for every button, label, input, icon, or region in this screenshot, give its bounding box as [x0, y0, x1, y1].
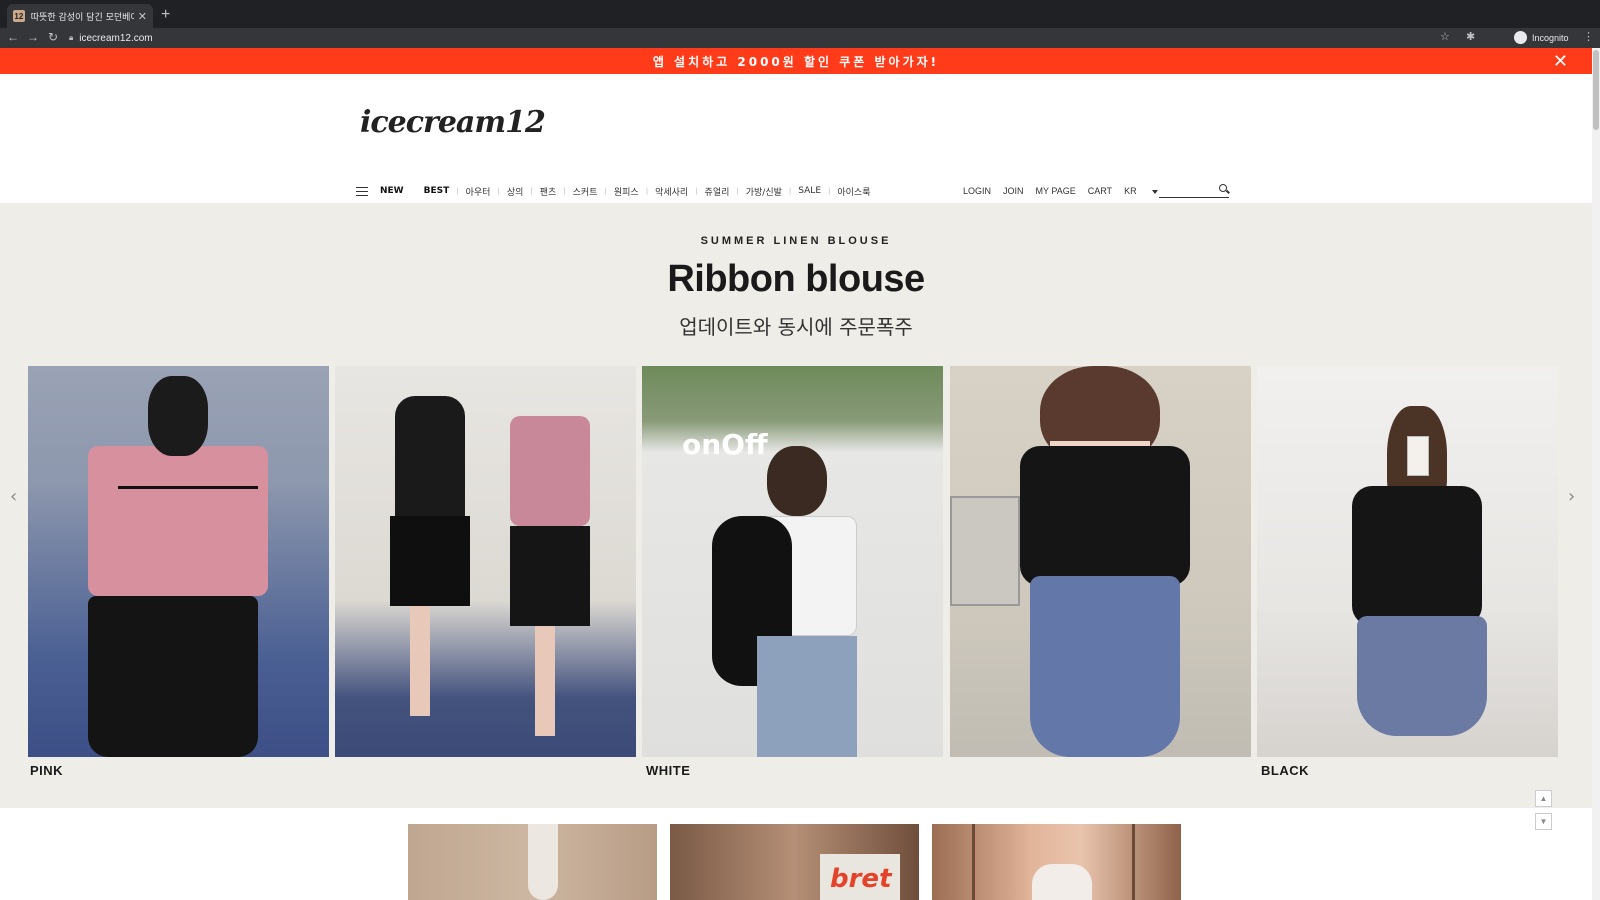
nav-item-icelook[interactable]: 아이스룩: [837, 185, 870, 198]
lock-icon: 🔒︎: [69, 33, 74, 42]
close-icon[interactable]: ✕: [1553, 51, 1568, 72]
url-text: icecream12.com: [79, 32, 153, 44]
mypage-link[interactable]: MY PAGE: [1036, 186, 1076, 196]
slide-label-black: BLACK: [1261, 763, 1309, 778]
language-label: KR: [1124, 186, 1137, 196]
nav-divider: |: [736, 187, 739, 195]
nav-divider: |: [828, 187, 831, 195]
incognito-label: Incognito: [1532, 32, 1569, 43]
browser-tab[interactable]: 12 따뜻한 감성이 담긴 모던베이직, 아이 ✕: [7, 4, 153, 28]
nav-item-bag-shoes[interactable]: 가방/신발: [746, 185, 782, 198]
nav-item-skirt[interactable]: 스커트: [573, 185, 598, 198]
hero-subtitle: 업데이트와 동시에 주문폭주: [679, 315, 913, 339]
scrollbar-thumb[interactable]: [1593, 50, 1599, 130]
nav-divider: |: [604, 187, 607, 195]
incognito-icon: [1514, 31, 1527, 44]
promo-text: 앱 설치하고 2000원 할인 쿠폰 받아가자!: [652, 54, 940, 69]
favicon-icon: 12: [13, 10, 25, 22]
browser-toolbar: ← → ↻ 🔒︎ icecream12.com ☆ ✱ Incognito ⋮: [0, 28, 1600, 48]
forward-icon[interactable]: →: [26, 30, 40, 44]
tab-title: 따뜻한 감성이 담긴 모던베이직, 아이: [30, 12, 134, 23]
promo-banner[interactable]: 앱 설치하고 2000원 할인 쿠폰 받아가자! ✕: [0, 48, 1592, 74]
arrow-up-icon: ▲: [1539, 794, 1548, 803]
arrow-down-icon: ▼: [1539, 817, 1548, 826]
user-nav: LOGIN JOIN MY PAGE CART KR: [963, 184, 1182, 198]
nav-item-top[interactable]: 상의: [507, 185, 524, 198]
cart-link[interactable]: CART: [1088, 186, 1112, 196]
main-nav: NEW BEST | 아우터 | 상의 | 팬츠 | 스커트 | 원피스 | 악…: [356, 184, 871, 198]
product-thumb-2[interactable]: bret: [670, 824, 919, 900]
nav-item-pants[interactable]: 팬츠: [540, 185, 557, 198]
nav-item-new[interactable]: NEW: [380, 186, 404, 196]
search-icon[interactable]: [1219, 184, 1227, 192]
nav-item-outer[interactable]: 아우터: [466, 185, 491, 198]
nav-item-accessory[interactable]: 악세사리: [655, 185, 688, 198]
nav-divider: |: [530, 187, 533, 195]
profile-incognito[interactable]: Incognito: [1514, 31, 1569, 44]
slide-label-white: WHITE: [646, 763, 691, 778]
product-photo-black-2[interactable]: [1257, 366, 1558, 757]
nav-divider: |: [497, 187, 500, 195]
extensions-icon[interactable]: ✱: [1466, 30, 1475, 43]
nav-divider: |: [563, 187, 566, 195]
page-scrollbar[interactable]: [1592, 48, 1600, 900]
new-tab-icon[interactable]: +: [161, 6, 170, 24]
nav-divider: |: [695, 187, 698, 195]
hamburger-menu-icon[interactable]: [356, 186, 368, 196]
hero-title: Ribbon blouse: [667, 258, 925, 300]
browser-tabbar: 12 따뜻한 감성이 담긴 모던베이직, 아이 ✕ +: [0, 0, 1600, 28]
hero-banner: SUMMER LINEN BLOUSE Ribbon blouse 업데이트와 …: [0, 203, 1592, 808]
nav-item-best[interactable]: BEST: [424, 186, 450, 196]
site-logo[interactable]: icecream12: [360, 105, 546, 140]
reload-icon[interactable]: ↻: [46, 30, 60, 44]
nav-divider: |: [788, 187, 792, 195]
address-bar[interactable]: 🔒︎ icecream12.com: [69, 29, 1469, 47]
browser-menu-icon[interactable]: ⋮: [1583, 30, 1594, 43]
product-photo-white[interactable]: onOff: [642, 366, 943, 757]
search-input[interactable]: [1159, 183, 1229, 198]
product-thumb-3[interactable]: [932, 824, 1181, 900]
nav-divider: |: [456, 187, 459, 195]
product-photo-black[interactable]: [950, 366, 1251, 757]
back-icon[interactable]: ←: [6, 30, 20, 44]
scroll-up-button[interactable]: ▲: [1535, 790, 1552, 807]
carousel-prev-icon[interactable]: ‹: [10, 486, 17, 507]
nav-divider: |: [645, 187, 649, 195]
slide-label-pink: PINK: [30, 763, 64, 778]
product-photo-pink[interactable]: [28, 366, 329, 757]
tab-close-icon[interactable]: ✕: [138, 10, 147, 23]
nav-item-jewelry[interactable]: 쥬얼리: [705, 185, 730, 198]
join-link[interactable]: JOIN: [1003, 186, 1024, 196]
hero-kicker: SUMMER LINEN BLOUSE: [700, 235, 892, 247]
product-thumb-1[interactable]: [408, 824, 657, 900]
product-photo-duo[interactable]: [335, 366, 636, 757]
scroll-down-button[interactable]: ▼: [1535, 813, 1552, 830]
bookmark-star-icon[interactable]: ☆: [1440, 30, 1450, 43]
nav-item-sale[interactable]: SALE: [798, 186, 821, 196]
carousel-next-icon[interactable]: ›: [1568, 486, 1575, 507]
login-link[interactable]: LOGIN: [963, 186, 991, 196]
nav-item-onepiece[interactable]: 원피스: [614, 185, 639, 198]
caret-down-icon: [1151, 189, 1158, 194]
